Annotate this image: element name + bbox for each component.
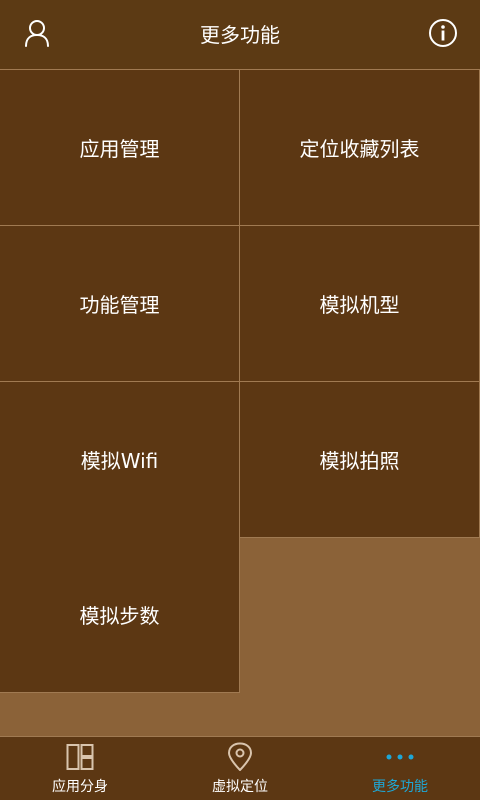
tab-label: 更多功能 — [372, 779, 428, 795]
feature-simulate-photo[interactable]: 模拟拍照 — [240, 382, 480, 538]
tab-app-clone[interactable]: 应用分身 — [0, 737, 160, 800]
feature-simulate-device-model[interactable]: 模拟机型 — [240, 226, 480, 382]
feature-simulate-steps[interactable]: 模拟步数 — [0, 537, 240, 693]
feature-label: 应用管理 — [79, 137, 160, 161]
feature-location-favorites[interactable]: 定位收藏列表 — [240, 70, 480, 226]
feature-function-management[interactable]: 功能管理 — [0, 226, 240, 382]
feature-label: 模拟Wifi — [80, 449, 159, 473]
more-dots-icon — [385, 742, 415, 772]
feature-simulate-wifi[interactable]: 模拟Wifi — [0, 382, 240, 538]
feature-label: 功能管理 — [79, 293, 160, 317]
app-screen: 更多功能 应用管理 定位收藏列表 功能管理 模拟机型 模拟Wifi 模拟拍照 模… — [0, 0, 480, 800]
layout-icon — [65, 742, 95, 772]
feature-label: 模拟拍照 — [319, 449, 400, 473]
feature-label: 定位收藏列表 — [299, 137, 420, 161]
bottom-tab-bar: 应用分身 虚拟定位 更多功能 — [0, 736, 480, 800]
tab-virtual-location[interactable]: 虚拟定位 — [160, 737, 320, 800]
location-pin-icon — [225, 742, 255, 772]
info-icon — [428, 18, 458, 52]
top-bar: 更多功能 — [0, 0, 480, 70]
feature-label: 模拟步数 — [79, 604, 160, 628]
info-button[interactable] — [425, 17, 461, 53]
page-title: 更多功能 — [200, 23, 280, 47]
feature-label: 模拟机型 — [319, 293, 400, 317]
feature-app-management[interactable]: 应用管理 — [0, 70, 240, 226]
tab-more-features[interactable]: 更多功能 — [320, 737, 480, 800]
tab-label: 虚拟定位 — [212, 779, 268, 795]
tab-label: 应用分身 — [52, 779, 108, 795]
